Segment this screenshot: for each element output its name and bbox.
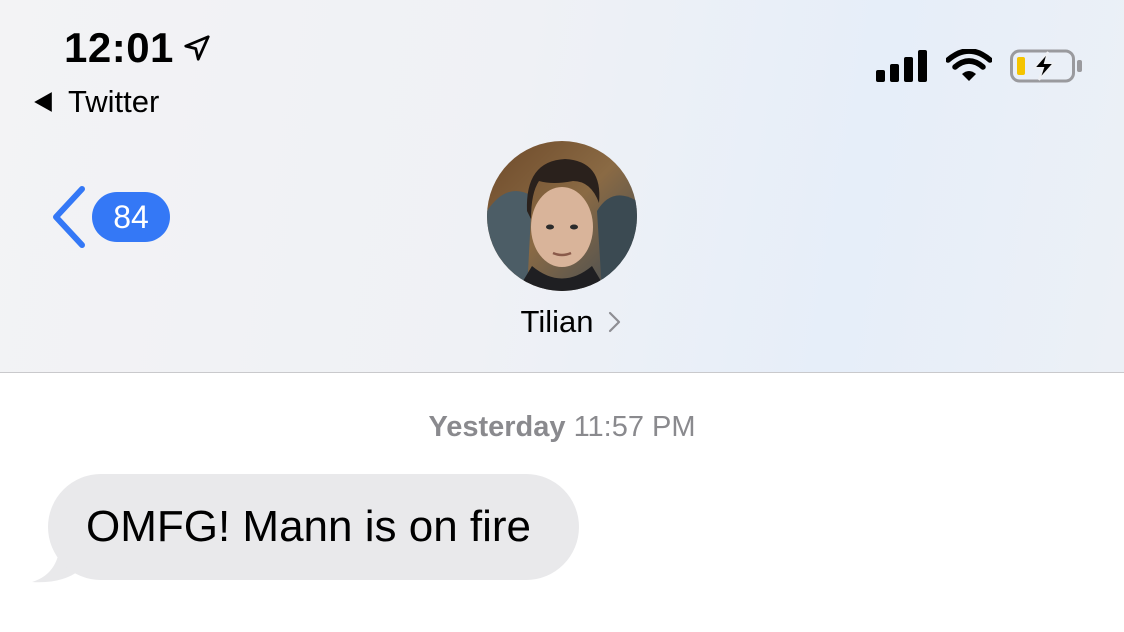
back-app-label: Twitter [68, 84, 160, 119]
message-row: OMFG! Mann is on fire [32, 474, 580, 583]
message-text: OMFG! Mann is on fire [86, 502, 532, 551]
unread-count-badge: 84 [92, 192, 170, 242]
back-to-app-button[interactable]: Twitter [32, 84, 159, 120]
timestamp-day: Yesterday [428, 411, 566, 443]
conversation-header: 12:01 Twitter 84 Tilian [0, 0, 1124, 373]
contact-avatar[interactable] [487, 141, 637, 291]
back-triangle-icon [34, 92, 52, 112]
chevron-right-icon [609, 311, 621, 333]
back-to-conversations-button[interactable]: 84 [48, 185, 170, 249]
incoming-message-bubble[interactable]: OMFG! Mann is on fire [48, 474, 580, 580]
contact-name-button[interactable]: Tilian [0, 304, 1124, 340]
chevron-left-icon [53, 186, 85, 248]
avatar-photo [487, 141, 637, 291]
contact-name: Tilian [520, 304, 594, 339]
wifi-icon [946, 49, 992, 81]
message-timestamp: Yesterday 11:57 PM [0, 411, 1124, 444]
status-time: 12:01 [64, 24, 212, 72]
timestamp-time: 11:57 PM [573, 411, 696, 443]
status-icons [876, 48, 1084, 84]
battery-charging-icon [1010, 49, 1082, 83]
cellular-signal-icon [876, 50, 927, 82]
time-label: 12:01 [64, 24, 174, 71]
location-arrow-icon [184, 35, 210, 61]
